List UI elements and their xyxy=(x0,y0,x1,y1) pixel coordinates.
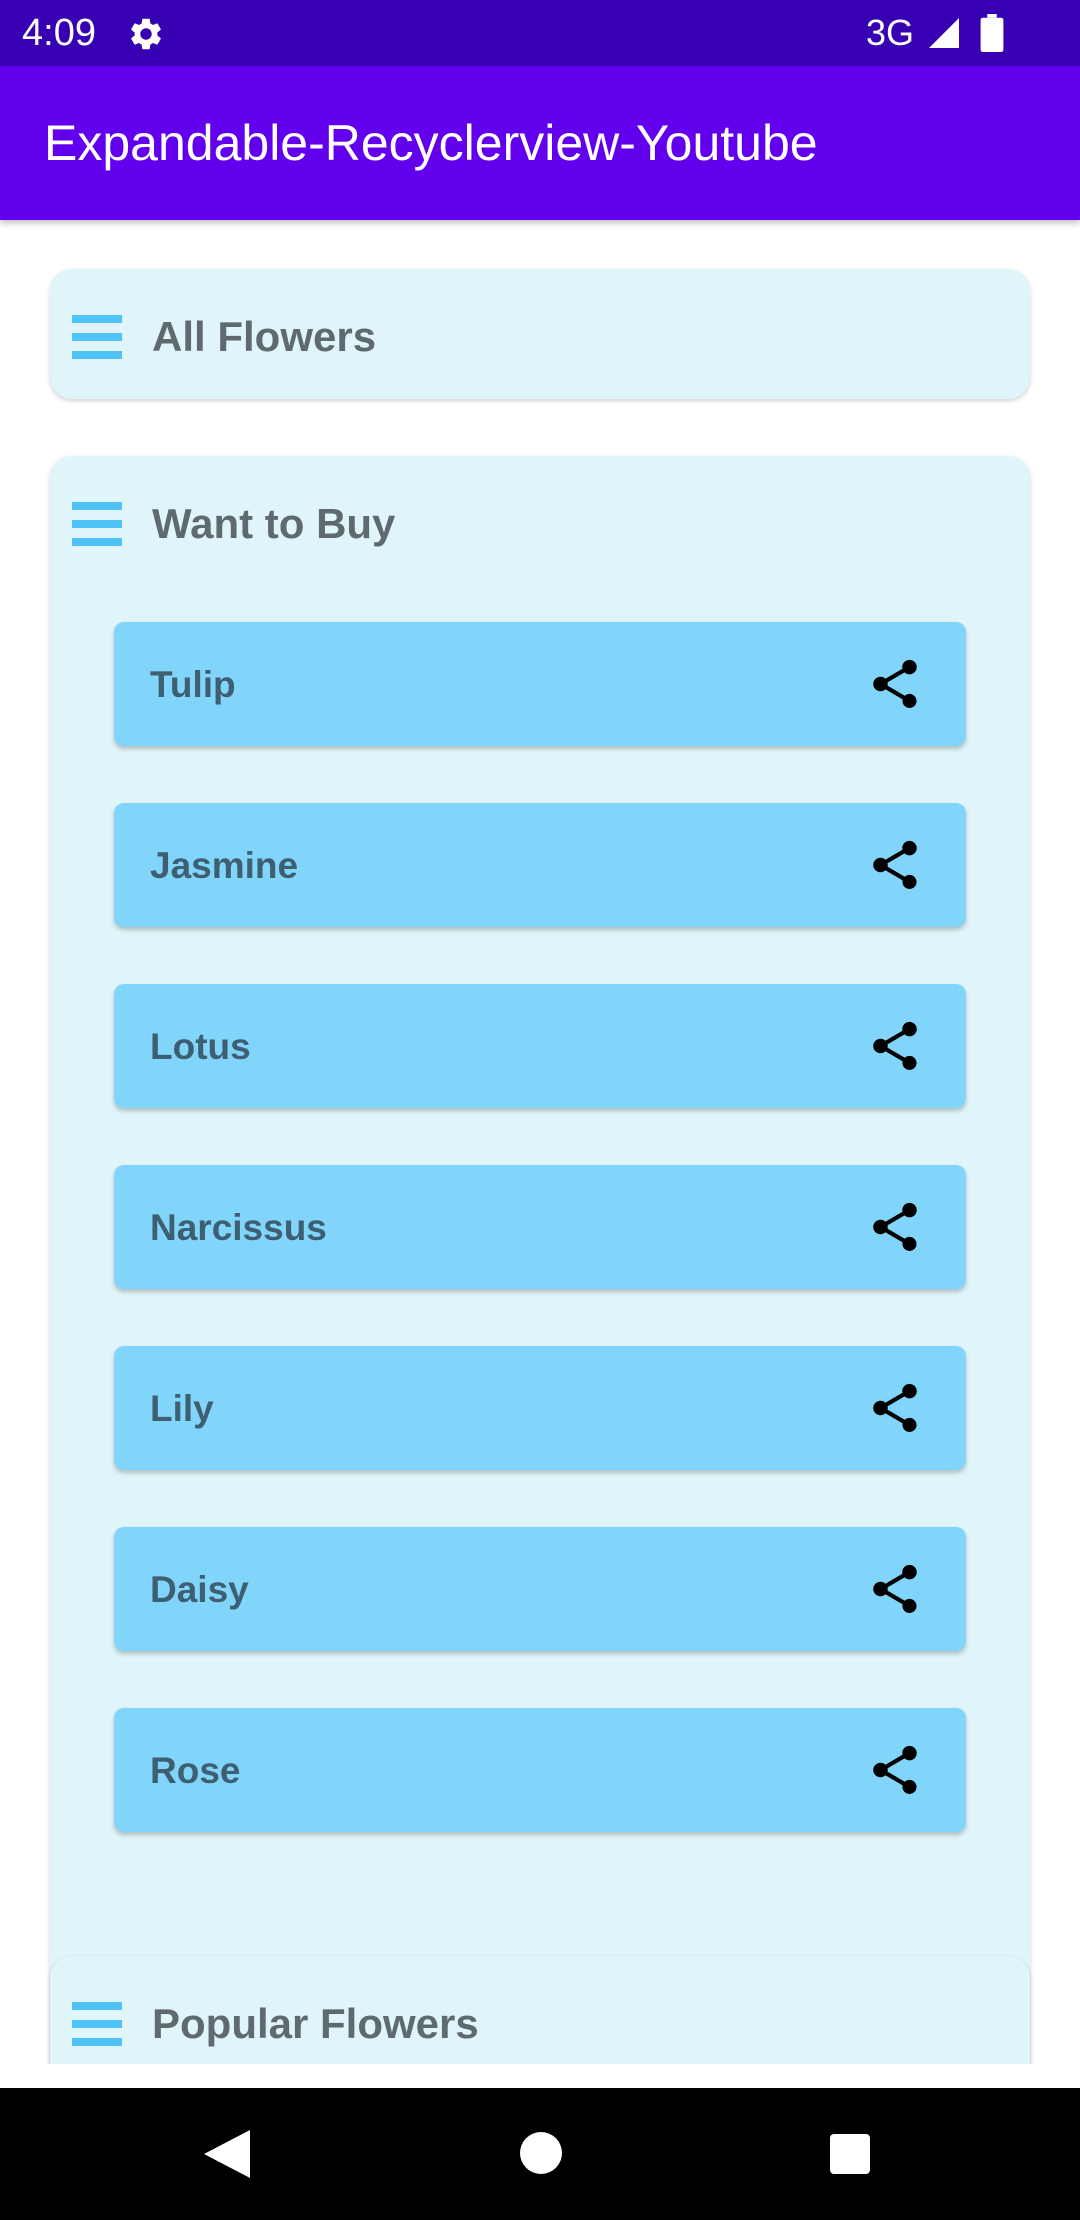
signal-icon xyxy=(929,18,959,48)
share-icon[interactable] xyxy=(866,1560,924,1618)
child-label: Narcissus xyxy=(150,1207,327,1248)
group-header[interactable]: Popular Flowers xyxy=(50,1956,1030,2064)
menu-icon xyxy=(72,315,122,359)
recents-icon[interactable] xyxy=(828,2132,872,2176)
app-bar: Expandable-Recyclerview-Youtube xyxy=(0,66,1080,220)
status-time: 4:09 xyxy=(22,12,96,54)
child-item-lily[interactable]: Lily xyxy=(114,1346,966,1470)
group-title: All Flowers xyxy=(152,313,377,360)
group-card-want-to-buy[interactable]: Want to Buy Tulip Jasmine Lotus Narcissu… xyxy=(50,456,1030,2064)
child-label: Tulip xyxy=(150,664,236,705)
share-icon[interactable] xyxy=(866,1198,924,1256)
expandable-list[interactable]: All Flowers Want to Buy Tulip Jasmine Lo… xyxy=(0,220,1080,2064)
group-card-all-flowers[interactable]: All Flowers xyxy=(50,269,1030,399)
child-label: Lotus xyxy=(150,1026,251,1067)
child-item-daisy[interactable]: Daisy xyxy=(114,1527,966,1651)
child-item-narcissus[interactable]: Narcissus xyxy=(114,1165,966,1289)
child-label: Lily xyxy=(150,1388,214,1429)
group-header[interactable]: Want to Buy xyxy=(50,456,1030,586)
child-item-rose[interactable]: Rose xyxy=(114,1708,966,1832)
app-title: Expandable-Recyclerview-Youtube xyxy=(44,115,818,171)
share-icon[interactable] xyxy=(866,655,924,713)
settings-gear-icon xyxy=(131,18,161,50)
child-label: Daisy xyxy=(150,1569,249,1610)
group-title: Want to Buy xyxy=(152,500,396,547)
battery-icon xyxy=(980,14,1004,52)
home-icon[interactable] xyxy=(518,2130,564,2176)
child-item-jasmine[interactable]: Jasmine xyxy=(114,803,966,927)
child-item-tulip[interactable]: Tulip xyxy=(114,622,966,746)
share-icon[interactable] xyxy=(866,836,924,894)
child-label: Jasmine xyxy=(150,845,299,886)
group-header[interactable]: All Flowers xyxy=(50,269,1030,399)
back-icon[interactable] xyxy=(202,2128,252,2180)
menu-icon xyxy=(72,502,122,546)
network-type: 3G xyxy=(866,12,915,53)
child-label: Rose xyxy=(150,1750,241,1791)
group-card-popular-flowers[interactable]: Popular Flowers xyxy=(50,1956,1030,2064)
navigation-bar xyxy=(0,2088,1080,2220)
group-title: Popular Flowers xyxy=(152,2000,479,2047)
child-item-lotus[interactable]: Lotus xyxy=(114,984,966,1108)
share-icon[interactable] xyxy=(866,1017,924,1075)
status-bar: 4:09 3G xyxy=(0,0,1080,66)
share-icon[interactable] xyxy=(866,1379,924,1437)
menu-icon xyxy=(72,2002,122,2046)
share-icon[interactable] xyxy=(866,1741,924,1799)
